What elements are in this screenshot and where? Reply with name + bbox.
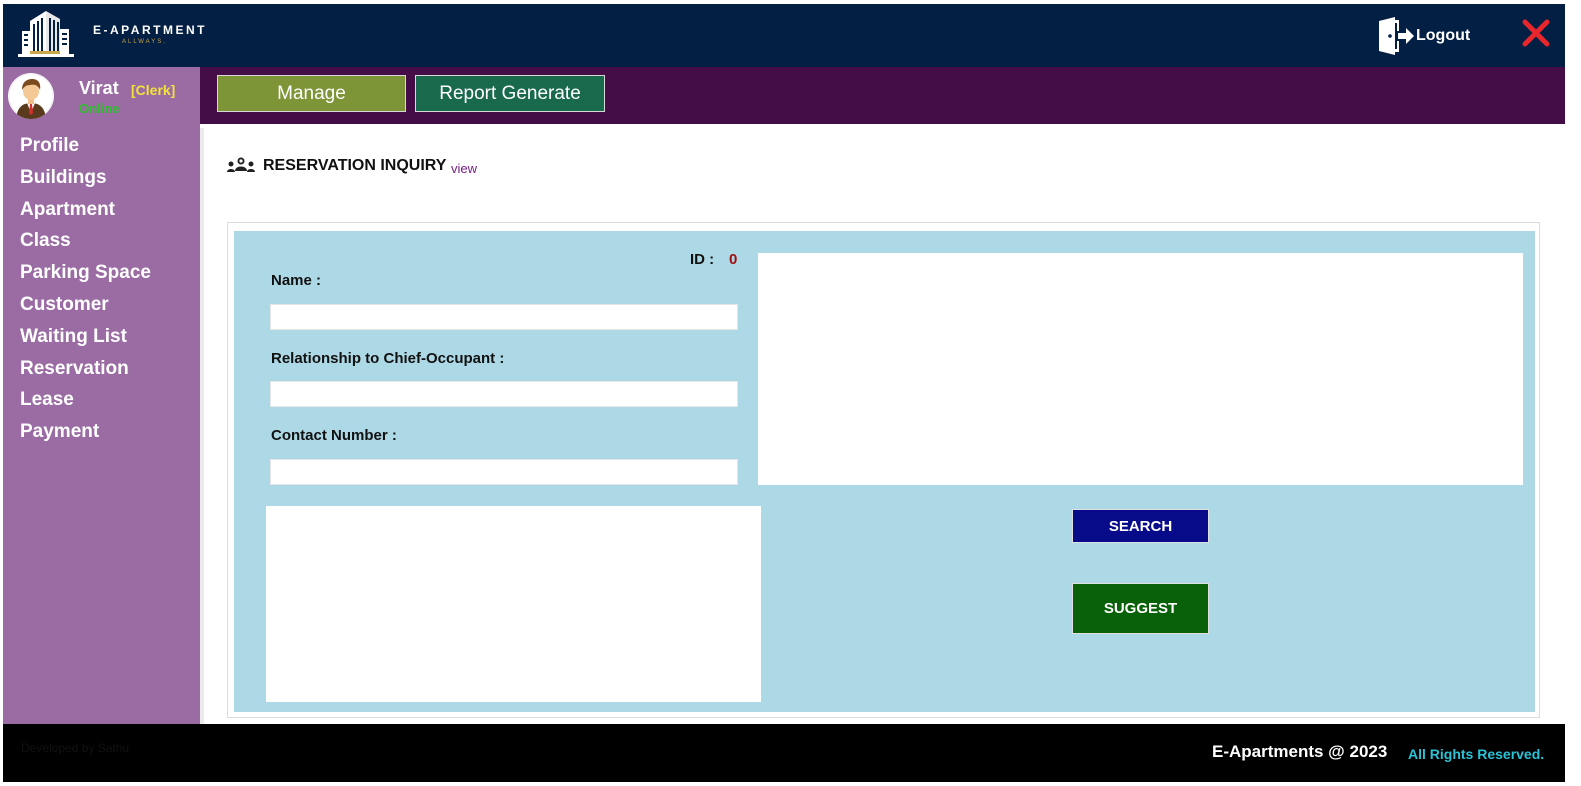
copyright-text: E-Apartments @ 2023 — [1212, 742, 1388, 761]
developer-credit: Developed by Sathu — [21, 741, 130, 755]
user-role-badge: [Clerk] — [131, 82, 176, 98]
close-icon[interactable] — [1520, 17, 1552, 49]
sidebar-item-lease[interactable]: Lease — [20, 388, 151, 420]
sidebar-item-waiting-list[interactable]: Waiting List — [20, 325, 151, 357]
header-bar: E-APARTMENT ALLWAYS. Logout — [3, 4, 1565, 67]
search-button[interactable]: SEARCH — [1072, 509, 1209, 543]
sidebar-item-profile[interactable]: Profile — [20, 134, 151, 166]
building-logo-icon — [18, 11, 74, 57]
logout-label: Logout — [1416, 27, 1471, 44]
name-input[interactable] — [270, 304, 738, 330]
top-nav-bar: Manage Report Generate — [200, 67, 1565, 124]
sidebar-item-apartment[interactable]: Apartment — [20, 198, 151, 230]
suggestion-box[interactable] — [266, 506, 761, 702]
app-window: E-APARTMENT ALLWAYS. Logout Virat [Clerk… — [3, 4, 1565, 782]
sidebar-item-reservation[interactable]: Reservation — [20, 357, 151, 389]
name-label: Name : — [271, 272, 322, 289]
sidebar-item-buildings[interactable]: Buildings — [20, 166, 151, 198]
inquiry-panel-frame: ID : 0 Name : Relationship to Chief-Occu… — [227, 222, 1540, 718]
sidebar-menu: Profile Buildings Apartment Class Parkin… — [20, 134, 151, 452]
id-label: ID : — [690, 251, 715, 268]
people-group-icon — [227, 157, 255, 172]
sidebar-item-payment[interactable]: Payment — [20, 420, 151, 452]
sidebar-item-parking-space[interactable]: Parking Space — [20, 261, 151, 293]
inquiry-panel: ID : 0 Name : Relationship to Chief-Occu… — [234, 231, 1535, 712]
main-content: RESERVATION INQUIRY view ID : 0 Name : R… — [200, 128, 1565, 724]
relationship-input[interactable] — [270, 381, 738, 407]
logout-door-icon — [1379, 17, 1414, 55]
sidebar: Profile Buildings Apartment Class Parkin… — [3, 126, 200, 724]
report-generate-button[interactable]: Report Generate — [415, 75, 605, 112]
rights-text: All Rights Reserved. — [1408, 746, 1545, 762]
page-title: RESERVATION INQUIRY — [263, 157, 447, 174]
suggest-button[interactable]: SUGGEST — [1072, 583, 1209, 634]
footer: Developed by Sathu E-Apartments @ 2023 A… — [3, 724, 1565, 782]
contact-number-label: Contact Number : — [271, 427, 397, 444]
user-status: Online — [79, 101, 120, 116]
relationship-label: Relationship to Chief-Occupant : — [271, 350, 505, 367]
results-box[interactable] — [758, 253, 1523, 485]
avatar-icon — [8, 73, 54, 119]
sidebar-item-class[interactable]: Class — [20, 229, 151, 261]
view-link[interactable]: view — [451, 161, 477, 176]
id-value: 0 — [729, 251, 738, 268]
user-info-panel: Virat [Clerk] Online — [3, 67, 200, 126]
contact-number-input[interactable] — [270, 459, 738, 485]
user-name: Virat — [79, 78, 119, 98]
brand-name: E-APARTMENT — [93, 23, 207, 37]
logout-button[interactable]: Logout — [1376, 16, 1486, 56]
sidebar-item-customer[interactable]: Customer — [20, 293, 151, 325]
manage-button[interactable]: Manage — [217, 75, 406, 112]
brand-tagline: ALLWAYS. — [122, 39, 167, 45]
